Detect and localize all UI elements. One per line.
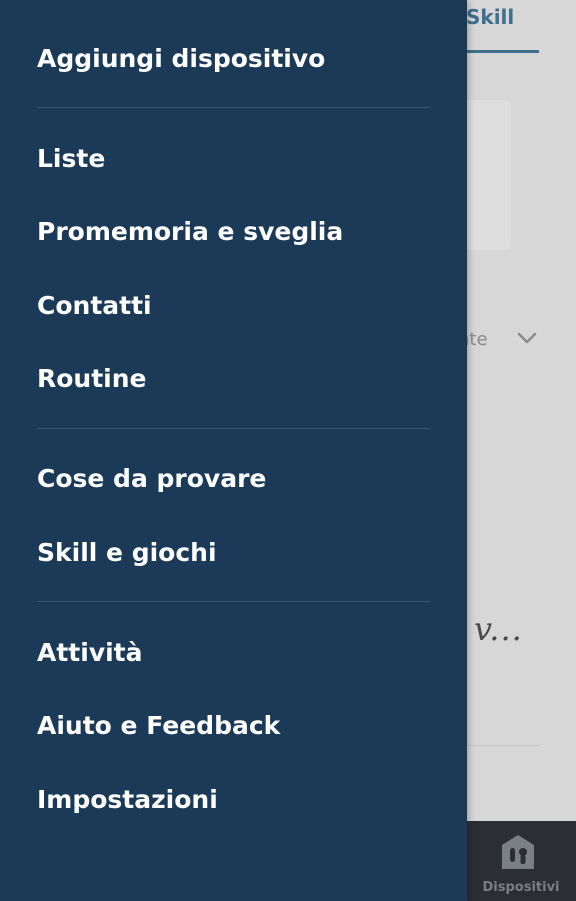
active-tab-indicator bbox=[466, 50, 539, 53]
menu-item-add-device[interactable]: Aggiungi dispositivo bbox=[37, 44, 325, 74]
bottom-nav-devices-label: Dispositivi bbox=[482, 880, 560, 895]
menu-item-reminders-alarms[interactable]: Promemoria e sveglia bbox=[37, 217, 343, 247]
menu-item-contacts[interactable]: Contatti bbox=[37, 291, 152, 321]
menu-item-lists[interactable]: Liste bbox=[37, 144, 105, 174]
content-heading-text: v... bbox=[474, 610, 523, 648]
menu-item-skills-games[interactable]: Skill e giochi bbox=[37, 538, 217, 568]
menu-item-things-to-try[interactable]: Cose da provare bbox=[37, 464, 266, 494]
chevron-down-icon[interactable] bbox=[516, 330, 538, 346]
menu-divider bbox=[37, 107, 430, 108]
menu-divider bbox=[37, 601, 430, 602]
content-divider bbox=[466, 745, 540, 746]
devices-icon bbox=[502, 835, 534, 869]
tab-skill[interactable]: Skill bbox=[466, 5, 514, 29]
menu-item-routines[interactable]: Routine bbox=[37, 364, 147, 394]
menu-divider bbox=[37, 428, 430, 429]
navigation-drawer: Aggiungi dispositivo Liste Promemoria e … bbox=[0, 0, 467, 901]
menu-item-activity[interactable]: Attività bbox=[37, 638, 143, 668]
menu-item-settings[interactable]: Impostazioni bbox=[37, 785, 218, 815]
menu-item-help-feedback[interactable]: Aiuto e Feedback bbox=[37, 711, 280, 741]
